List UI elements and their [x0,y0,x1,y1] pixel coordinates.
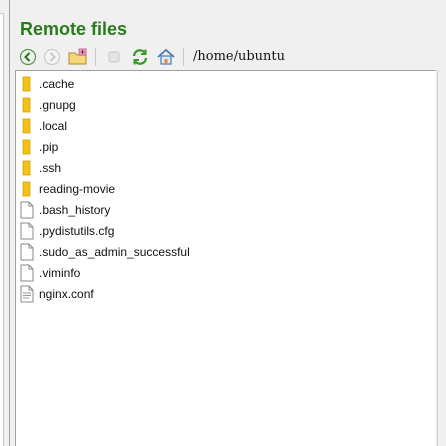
file-name: .bash_history [39,202,111,217]
toolbar-separator [183,48,184,66]
file-name: .ssh [39,160,62,175]
panel-title: Remote files [20,19,128,39]
file-list[interactable]: .cache .gnupg .local .pip .ssh reading-m… [15,70,436,446]
file-icon [19,201,35,219]
file-icon [19,264,35,282]
list-item[interactable]: .sudo_as_admin_successful [19,241,419,262]
folder-icon [19,159,35,177]
file-name: .viminfo [39,265,81,280]
file-name: nginx.conf [39,286,94,301]
text-file-icon [19,285,35,303]
current-path[interactable]: /home/ubuntu [193,48,285,66]
refresh-icon [132,49,148,65]
toolbar-separator [95,48,96,66]
file-name: .pydistutils.cfg [39,223,115,238]
home-icon [157,48,175,65]
list-item[interactable]: .pip [19,136,419,157]
list-item[interactable]: .cache [19,73,419,94]
remote-files-panel: Remote files /home/ubuntu .cache .gnupg … [13,0,446,446]
new-folder-button[interactable] [67,46,89,68]
home-button[interactable] [155,46,177,68]
file-name: reading-movie [39,181,116,196]
list-item[interactable]: .bash_history [19,199,419,220]
back-icon [19,48,37,66]
left-splitter[interactable] [0,0,10,446]
refresh-button[interactable] [129,46,151,68]
list-item[interactable]: .ssh [19,157,419,178]
remote-files-window: Remote files /home/ubuntu .cache .gnupg … [0,0,446,446]
list-item[interactable]: .pydistutils.cfg [19,220,419,241]
file-icon [19,222,35,240]
list-item[interactable]: .gnupg [19,94,419,115]
right-pane-edge [437,70,446,446]
list-item[interactable]: .local [19,115,419,136]
back-button[interactable] [17,46,39,68]
folder-icon [19,117,35,135]
file-name: .local [39,118,68,133]
file-icon [19,243,35,261]
folder-icon [19,138,35,156]
list-item[interactable]: reading-movie [19,178,419,199]
file-name: .sudo_as_admin_successful [39,244,190,259]
stop-icon [108,51,120,63]
stop-button[interactable] [103,46,125,68]
file-name: .cache [39,76,75,91]
folder-icon [19,180,35,198]
folder-icon [19,96,35,114]
left-pane-edge [0,13,4,446]
list-item[interactable]: nginx.conf [19,283,419,304]
file-name: .pip [39,139,59,154]
forward-icon [43,48,61,66]
list-item[interactable]: .viminfo [19,262,419,283]
forward-button[interactable] [41,46,63,68]
new-folder-icon [68,48,87,65]
folder-icon [19,75,35,93]
file-name: .gnupg [39,97,76,112]
toolbar: /home/ubuntu [15,45,446,69]
